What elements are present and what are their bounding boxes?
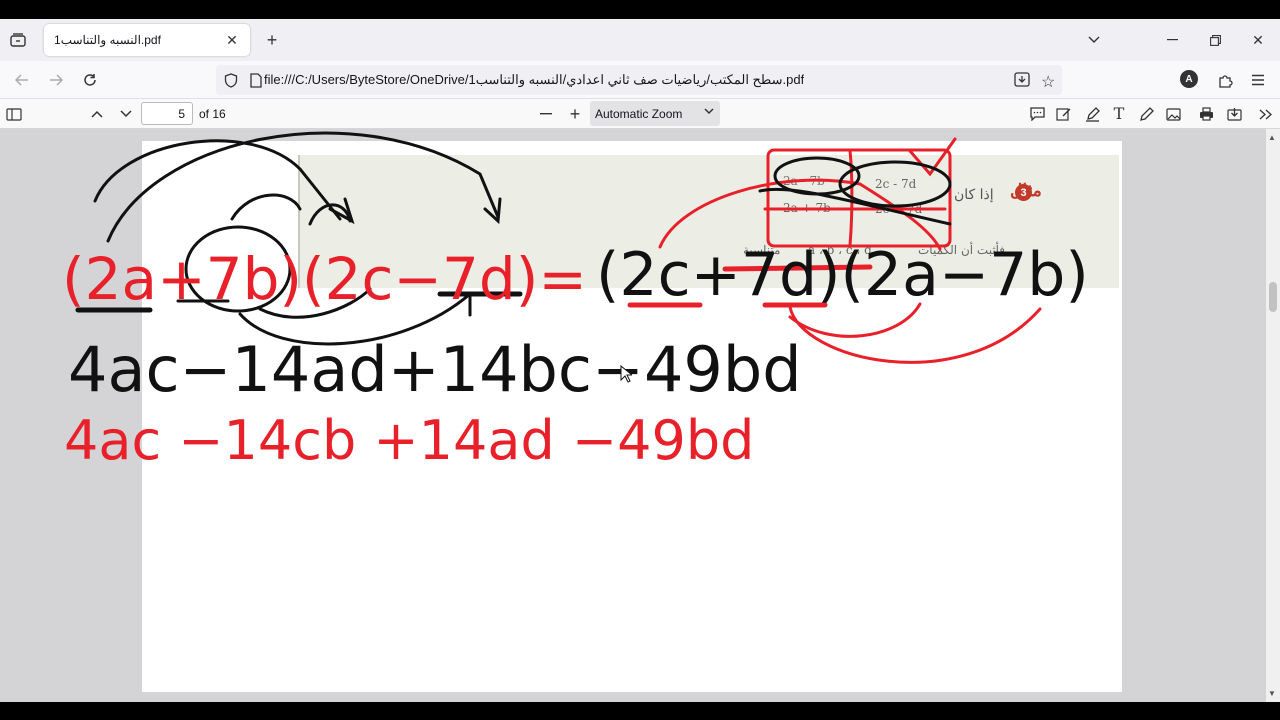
chevron-down-icon — [704, 106, 714, 118]
comment-icon[interactable] — [1028, 105, 1046, 123]
back-arrow-icon[interactable] — [12, 70, 32, 90]
hamburger-menu-icon[interactable] — [1248, 70, 1268, 90]
mouse-pointer-icon — [620, 365, 632, 383]
ink-black-cross-1 — [758, 187, 952, 226]
page-count-label: of 16 — [199, 107, 226, 121]
download-icon[interactable] — [1225, 105, 1243, 123]
scroll-up-arrow-icon[interactable]: ▲ — [1268, 133, 1276, 142]
next-page-chevron-icon[interactable] — [117, 105, 135, 123]
image-icon[interactable] — [1164, 105, 1182, 123]
ink-black-arc-2 — [106, 131, 500, 243]
navigation-bar: file:///C:/Users/ByteStore/OneDrive/سطح … — [0, 61, 1280, 99]
signature-icon[interactable] — [1055, 105, 1073, 123]
account-avatar[interactable]: A — [1180, 70, 1198, 88]
extensions-puzzle-icon[interactable] — [1215, 70, 1235, 90]
draw-pen-icon[interactable] — [1137, 105, 1155, 123]
bookmark-star-icon[interactable]: ☆ — [1041, 72, 1055, 92]
zoom-select-value: Automatic Zoom — [595, 107, 683, 121]
scroll-down-arrow-icon[interactable]: ▼ — [1268, 689, 1276, 698]
top-black-bar — [0, 0, 1280, 19]
page-info-icon[interactable] — [250, 73, 262, 93]
pdf-viewer[interactable]: مثال 3 إذا كان 2a - 7b 2a + 7b 2c - 7d 2… — [0, 129, 1266, 702]
save-to-pocket-icon[interactable] — [1014, 72, 1030, 92]
reload-icon[interactable] — [80, 70, 100, 90]
forward-arrow-icon[interactable] — [46, 70, 66, 90]
scrollbar-thumb[interactable] — [1269, 282, 1277, 312]
tab-close-icon[interactable]: ✕ — [224, 32, 240, 49]
text-tool-icon[interactable]: T — [1110, 104, 1128, 123]
pdf-toolbar: 5 of 16 + Automatic Zoom T — [0, 99, 1280, 129]
new-tab-icon[interactable]: + — [262, 30, 282, 50]
highlight-icon[interactable] — [1083, 105, 1101, 123]
url-text: file:///C:/Users/ByteStore/OneDrive/سطح … — [264, 72, 805, 87]
handwriting-ink-layer: (2a+7b)(2c−7d)= (2c+7d)(2a−7b) 4ac−14ad+… — [62, 131, 1089, 472]
ink-black-arc-4 — [230, 193, 302, 221]
zoom-out-icon[interactable] — [537, 105, 555, 123]
bottom-black-bar — [0, 702, 1280, 720]
zoom-in-icon[interactable]: + — [566, 104, 584, 124]
tab-list-icon[interactable] — [8, 30, 28, 50]
ink-line3-red: 4ac −14cb +14ad −49bd — [64, 409, 754, 472]
tools-double-chevron-icon[interactable] — [1256, 105, 1274, 123]
vertical-scrollbar[interactable]: ▲ ▼ — [1266, 129, 1280, 702]
minimize-window-icon[interactable] — [1162, 30, 1182, 50]
print-icon[interactable] — [1197, 105, 1215, 123]
previous-page-chevron-icon[interactable] — [88, 105, 106, 123]
shield-icon[interactable] — [224, 73, 238, 93]
tab-active[interactable]: النسبه والتناسب1.pdf ✕ — [44, 24, 250, 56]
sidebar-toggle-icon[interactable] — [5, 105, 23, 123]
tab-title: النسبه والتناسب1.pdf — [54, 33, 161, 47]
ink-line1-black-right: (2c+7d)(2a−7b) — [596, 240, 1089, 310]
zoom-select[interactable]: Automatic Zoom — [590, 101, 720, 126]
ink-line2-black: 4ac−14ad+14bc−49bd — [68, 333, 802, 406]
tab-strip: النسبه والتناسب1.pdf ✕ + ✕ — [0, 19, 1280, 61]
page-number-input[interactable]: 5 — [141, 102, 193, 125]
close-window-icon[interactable]: ✕ — [1248, 30, 1268, 50]
ink-line1-red-left: (2a+7b)(2c−7d)= — [62, 245, 587, 313]
list-all-tabs-chevron-icon[interactable] — [1084, 30, 1104, 50]
url-bar[interactable]: file:///C:/Users/ByteStore/OneDrive/سطح … — [216, 65, 1062, 95]
restore-window-icon[interactable] — [1205, 30, 1225, 50]
screen: النسبه والتناسب1.pdf ✕ + ✕ file:///C:/Us… — [0, 0, 1280, 720]
